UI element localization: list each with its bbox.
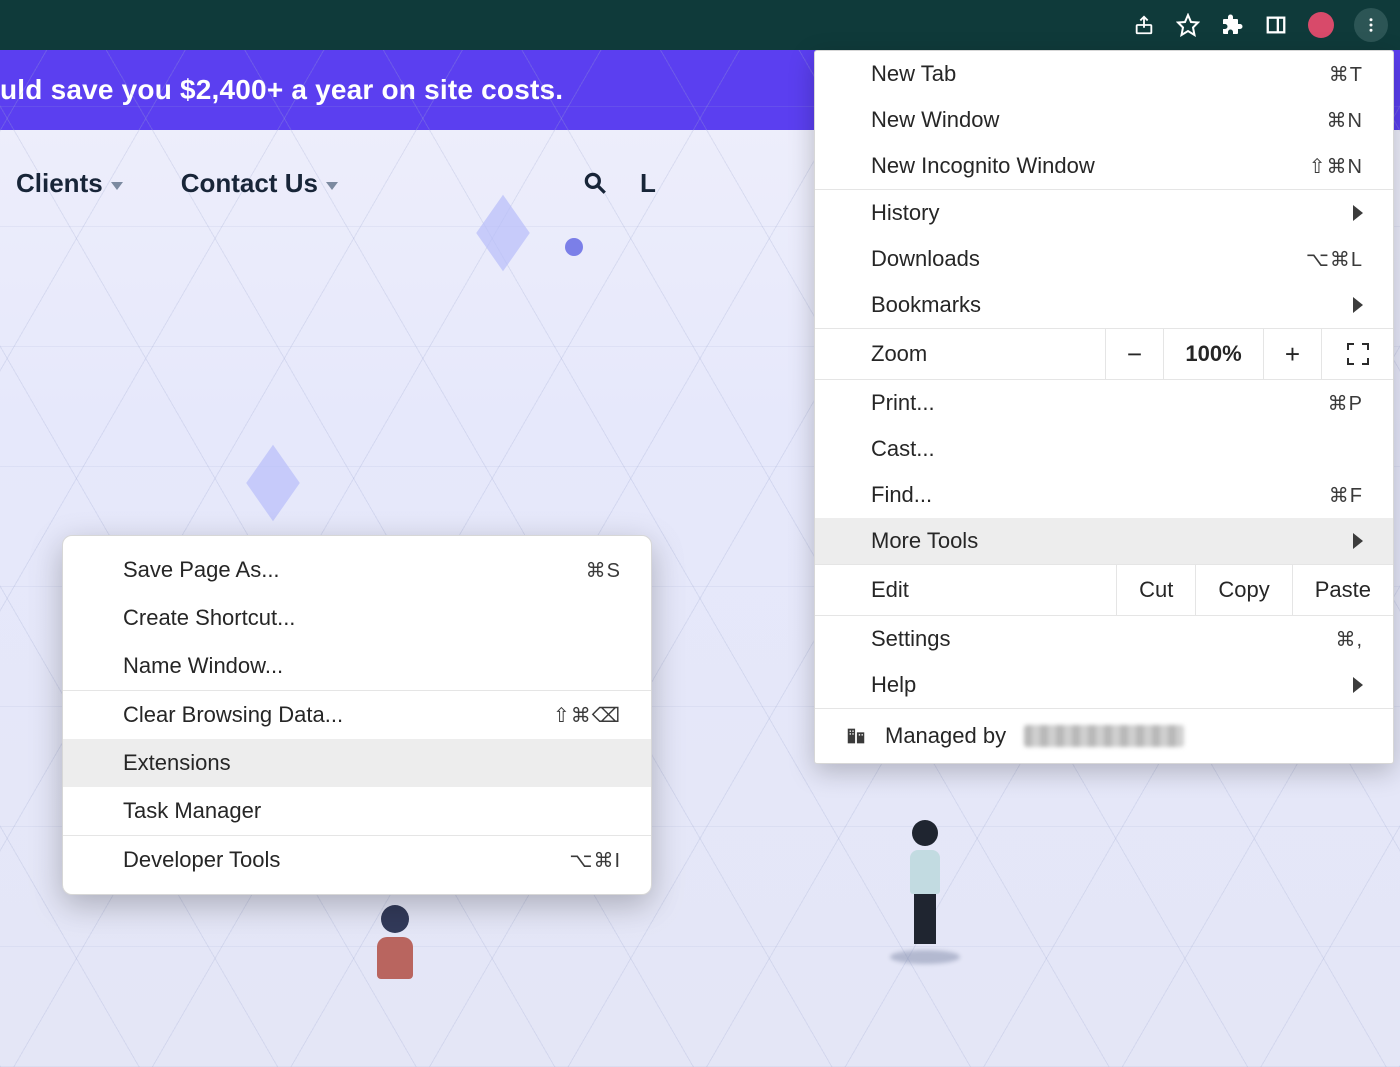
edit-label: Edit [815, 565, 1116, 615]
decor-dot [565, 238, 583, 256]
nav-link-clients[interactable]: Clients [16, 168, 123, 199]
fullscreen-icon [1347, 343, 1369, 365]
menu-zoom-row: Zoom − 100% + [815, 328, 1393, 380]
menu-edit-row: Edit Cut Copy Paste [815, 564, 1393, 616]
chevron-right-icon [1353, 297, 1363, 313]
illustration-person [370, 905, 420, 985]
chevron-right-icon [1353, 533, 1363, 549]
menu-settings[interactable]: Settings ⌘, [815, 616, 1393, 662]
chevron-down-icon [326, 182, 338, 190]
chevron-right-icon [1353, 677, 1363, 693]
menu-history[interactable]: History [815, 190, 1393, 236]
menu-new-tab[interactable]: New Tab ⌘T [815, 51, 1393, 97]
menu-more-tools[interactable]: More Tools [815, 518, 1393, 564]
submenu-extensions[interactable]: Extensions [63, 739, 651, 787]
chevron-down-icon [111, 182, 123, 190]
submenu-task-manager[interactable]: Task Manager [63, 787, 651, 835]
share-icon[interactable] [1132, 13, 1156, 37]
menu-incognito[interactable]: New Incognito Window ⇧⌘N [815, 143, 1393, 189]
more-tools-submenu: Save Page As... ⌘S Create Shortcut... Na… [62, 535, 652, 895]
browser-toolbar [0, 0, 1400, 50]
menu-cast[interactable]: Cast... [815, 426, 1393, 472]
submenu-create-shortcut[interactable]: Create Shortcut... [63, 594, 651, 642]
menu-downloads[interactable]: Downloads ⌥⌘L [815, 236, 1393, 282]
organization-icon [845, 725, 867, 747]
search-icon[interactable] [582, 170, 608, 203]
zoom-in-button[interactable]: + [1263, 329, 1321, 379]
extensions-icon[interactable] [1220, 13, 1244, 37]
chevron-right-icon [1353, 205, 1363, 221]
menu-new-window[interactable]: New Window ⌘N [815, 97, 1393, 143]
menu-find[interactable]: Find... ⌘F [815, 472, 1393, 518]
star-icon[interactable] [1176, 13, 1200, 37]
submenu-save-page[interactable]: Save Page As... ⌘S [63, 546, 651, 594]
panel-icon[interactable] [1264, 13, 1288, 37]
submenu-developer-tools[interactable]: Developer Tools ⌥⌘I [63, 836, 651, 884]
zoom-value: 100% [1163, 329, 1263, 379]
nav-link-contact[interactable]: Contact Us [181, 168, 338, 199]
menu-bookmarks[interactable]: Bookmarks [815, 282, 1393, 328]
edit-cut[interactable]: Cut [1116, 565, 1195, 615]
edit-paste[interactable]: Paste [1292, 565, 1393, 615]
menu-help[interactable]: Help [815, 662, 1393, 708]
zoom-label: Zoom [815, 329, 1105, 379]
nav-link-partial[interactable]: L [640, 168, 656, 199]
profile-avatar[interactable] [1308, 12, 1334, 38]
managed-by-label: Managed by [885, 723, 1006, 749]
kebab-menu-icon[interactable] [1354, 8, 1388, 42]
submenu-clear-browsing-data[interactable]: Clear Browsing Data... ⇧⌘⌫ [63, 691, 651, 739]
fullscreen-button[interactable] [1321, 329, 1393, 379]
illustration-person [890, 820, 960, 940]
chrome-main-menu: New Tab ⌘T New Window ⌘N New Incognito W… [814, 50, 1394, 764]
menu-print[interactable]: Print... ⌘P [815, 380, 1393, 426]
edit-copy[interactable]: Copy [1195, 565, 1291, 615]
managed-by-org-redacted [1024, 725, 1184, 747]
zoom-out-button[interactable]: − [1105, 329, 1163, 379]
menu-managed-by[interactable]: Managed by [815, 708, 1393, 763]
submenu-name-window[interactable]: Name Window... [63, 642, 651, 690]
